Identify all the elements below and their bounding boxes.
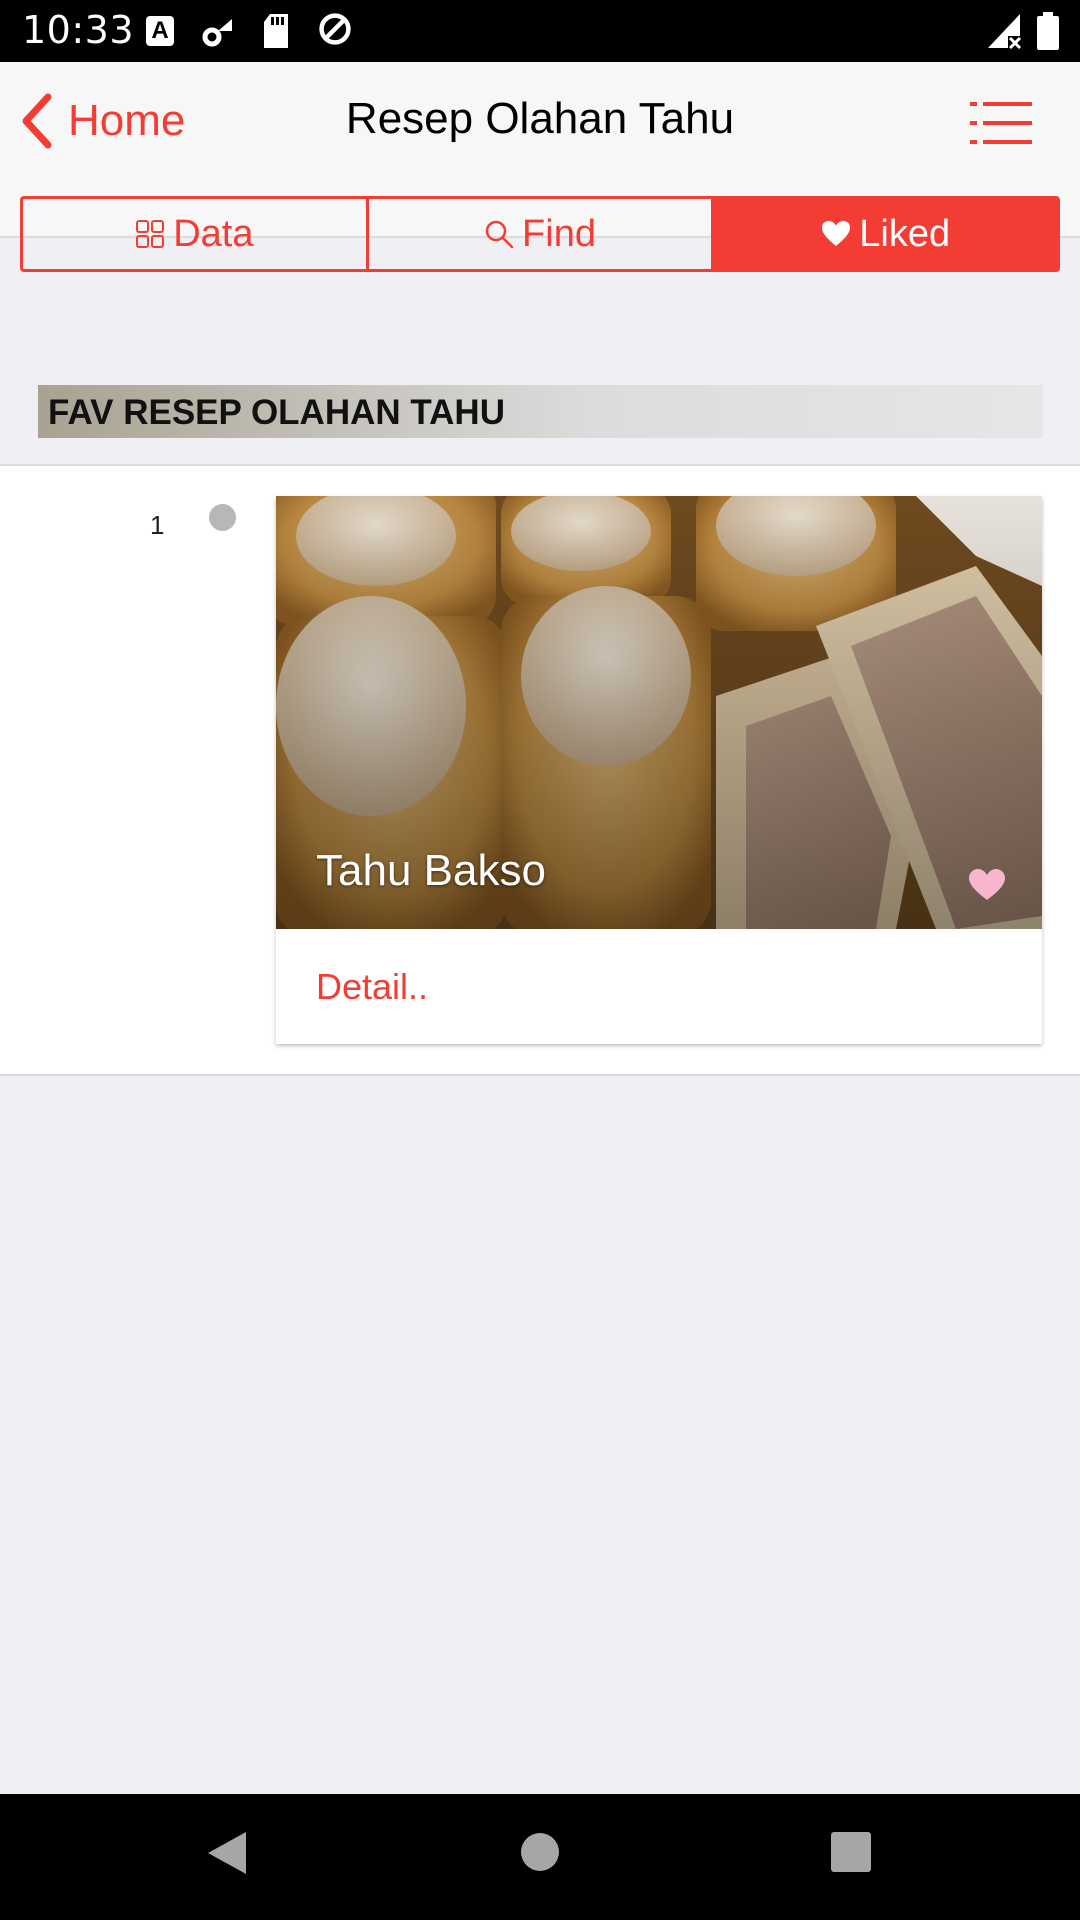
back-triangle-icon[interactable] [204,1828,250,1878]
system-navigation-bar [0,1794,1080,1920]
data-saver-icon [319,13,351,45]
heart-icon[interactable] [968,868,1006,902]
battery-icon [1037,12,1059,50]
navigation-bar: Home Resep Olahan Tahu Data Find Liked [0,62,1080,272]
home-circle-icon[interactable] [520,1832,560,1872]
recipe-card[interactable]: Tahu Bakso Detail.. [276,496,1042,1044]
section-title: FAV RESEP OLAHAN TAHU [48,393,505,432]
recents-square-icon[interactable] [830,1831,872,1873]
list-menu-icon[interactable] [970,100,1032,146]
item-number: 1 [150,510,165,540]
tab-liked[interactable]: Liked [711,199,1057,269]
search-icon [485,220,514,249]
cell-settings-icon [202,19,232,47]
detail-link[interactable]: Detail.. [316,966,428,1008]
sd-card-icon [264,14,288,48]
status-time: 10:33 [22,8,135,52]
accessibility-a-icon: A [146,16,174,46]
tab-find[interactable]: Find [365,199,712,269]
recipe-title: Tahu Bakso [316,846,546,895]
segmented-tabs: Data Find Liked [20,196,1060,272]
status-dot [209,504,236,531]
tab-data[interactable]: Data [23,199,366,269]
tab-liked-label: Liked [859,212,951,255]
section-header: FAV RESEP OLAHAN TAHU [38,385,1043,438]
grid-icon [136,220,165,248]
status-bar: 10:33 A [0,0,1080,62]
tab-data-label: Data [173,212,254,255]
heart-icon [822,221,851,246]
tab-find-label: Find [522,212,596,255]
liked-list: 1 Tahu Bakso Detail.. [0,464,1080,1076]
page-title: Resep Olahan Tahu [345,94,735,143]
signal-no-service-icon [988,14,1022,50]
